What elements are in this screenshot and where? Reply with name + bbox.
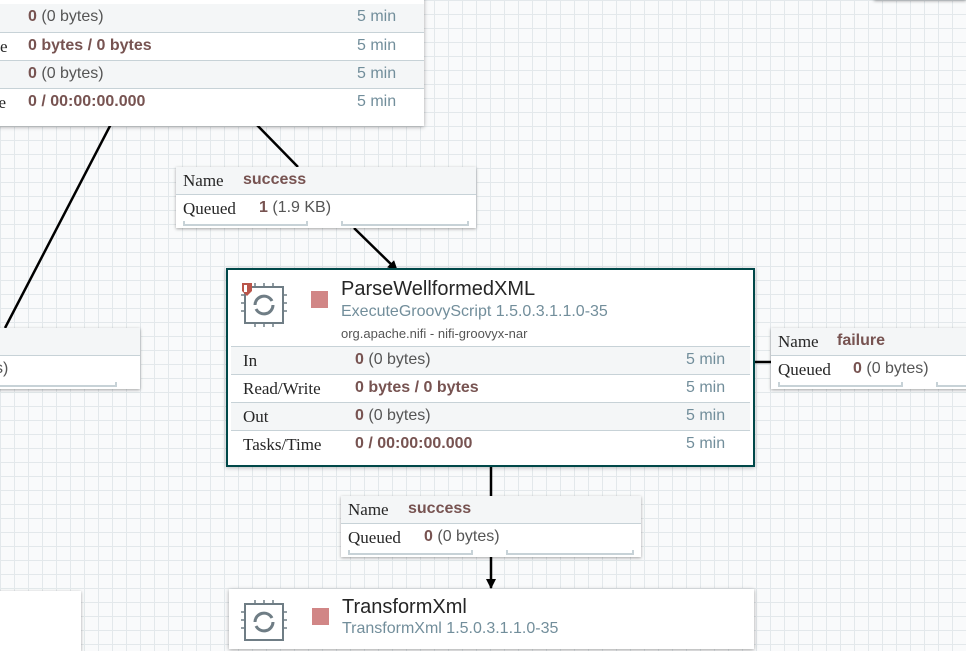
connection-label-left[interactable]: s) — [0, 328, 140, 389]
stat-value: 0 / 00:00:00.000 — [28, 93, 146, 110]
stat-row-read-write: Read/Write 0 bytes / 0 bytes 5 min — [231, 374, 750, 402]
connection-label-success-bottom[interactable]: Name success Queued 0 (0 bytes) — [341, 496, 641, 557]
connection-name-row: Name success — [341, 496, 641, 524]
connection-name-row — [0, 328, 140, 356]
stat-row-tasks-time: Tasks/Time 0 / 00:00:00.000 5 min — [231, 430, 750, 458]
stopped-icon — [312, 608, 329, 625]
queue-progress-bars — [348, 550, 634, 555]
connection-name-value: success — [243, 171, 307, 188]
connection-name-row: Name failure — [771, 328, 966, 356]
processor-name: ParseWellformedXML — [341, 278, 536, 300]
stat-row-out: 0 (0 bytes) 5 min — [0, 60, 424, 88]
queue-progress-bars — [183, 221, 469, 226]
connection-queued-label: Queued — [348, 528, 401, 547]
stat-time: 5 min — [357, 8, 397, 25]
stat-value: 0 bytes / 0 bytes — [28, 37, 152, 54]
stat-value: 0 (0 bytes) — [355, 351, 431, 368]
connection-name-row: Name success — [176, 167, 476, 195]
connection-line-left[interactable] — [3, 123, 113, 329]
connection-name-label: Name — [778, 332, 819, 351]
queue-progress-bars — [778, 382, 966, 387]
stat-row-tasks-time: ne 0 / 00:00:00.000 5 min — [0, 88, 424, 116]
connection-name-value: success — [408, 500, 472, 517]
stat-value: 0 (0 bytes) — [28, 65, 104, 82]
connection-name-label: Name — [348, 500, 389, 519]
queue-progress-bars — [0, 382, 133, 387]
connection-label-success-top[interactable]: Name success Queued 1 (1.9 KB) — [176, 167, 476, 228]
stat-time: 5 min — [357, 93, 397, 110]
connection-queued-row: Queued 0 (0 bytes) — [341, 524, 641, 552]
stat-value: 0 (0 bytes) — [355, 407, 431, 424]
stat-row-read-write: e 0 bytes / 0 bytes 5 min — [0, 32, 424, 60]
connection-queued-value: 0 (0 bytes) — [853, 360, 929, 377]
connection-queued-value: 1 (1.9 KB) — [259, 199, 332, 216]
stat-time: 5 min — [357, 37, 397, 54]
connection-name-label: Name — [183, 171, 224, 190]
connection-queued-label: Queued — [183, 199, 236, 218]
connection-queued-value: 0 (0 bytes) — [424, 528, 500, 545]
stat-value: 0 bytes / 0 bytes — [355, 379, 479, 396]
connection-line-top-upper[interactable] — [255, 123, 299, 168]
stat-time: 5 min — [357, 65, 397, 82]
stat-label: Read/Write — [243, 379, 321, 398]
stat-time: 5 min — [686, 379, 726, 396]
stat-label-partial: e — [0, 37, 8, 56]
processor-parse-wellformed-xml[interactable]: ParseWellformedXML ExecuteGroovyScript 1… — [226, 268, 755, 467]
connection-queued-value: s) — [0, 360, 9, 377]
connection-line-top-lower[interactable] — [353, 227, 398, 271]
connection-queued-row: Queued 0 (0 bytes) — [771, 356, 966, 384]
processor-icon — [241, 600, 287, 649]
stat-label: Tasks/Time — [243, 435, 322, 454]
connection-queued-row: Queued 1 (1.9 KB) — [176, 195, 476, 223]
stat-row-out: Out 0 (0 bytes) 5 min — [231, 402, 750, 430]
stat-value: 0 / 00:00:00.000 — [355, 435, 473, 452]
processor-type: ExecuteGroovyScript 1.5.0.3.1.1.0-35 — [341, 303, 608, 320]
processor-top[interactable]: In 0 (0 bytes) 5 min e 0 bytes / 0 bytes… — [0, 0, 424, 126]
stopped-icon — [311, 291, 328, 308]
processor-transform-xml[interactable]: TransformXml TransformXml 1.5.0.3.1.1.0-… — [229, 589, 754, 649]
stat-row-in: In 0 (0 bytes) 5 min — [231, 346, 750, 374]
stat-label: Out — [243, 407, 269, 426]
restricted-badge-icon — [242, 283, 252, 296]
connection-queued-row: s) — [0, 356, 140, 384]
processor-name: TransformXml — [342, 596, 467, 618]
stat-time: 5 min — [686, 435, 726, 452]
stat-value: 0 (0 bytes) — [28, 8, 104, 25]
stat-label-partial: ne — [0, 93, 7, 112]
stat-label: In — [243, 351, 258, 370]
connection-name-value: failure — [837, 332, 886, 349]
processor-type: TransformXml 1.5.0.3.1.1.0-35 — [342, 620, 559, 637]
offscreen-processor-bottom-left[interactable] — [0, 591, 81, 651]
connection-queued-label: Queued — [778, 360, 831, 379]
processor-bundle: org.apache.nifi - nifi-groovyx-nar — [341, 326, 528, 341]
stat-time: 5 min — [686, 351, 726, 368]
connection-label-failure[interactable]: Name failure Queued 0 (0 bytes) — [771, 328, 966, 389]
stat-row-in: In 0 (0 bytes) 5 min — [0, 4, 424, 32]
stat-time: 5 min — [686, 407, 726, 424]
